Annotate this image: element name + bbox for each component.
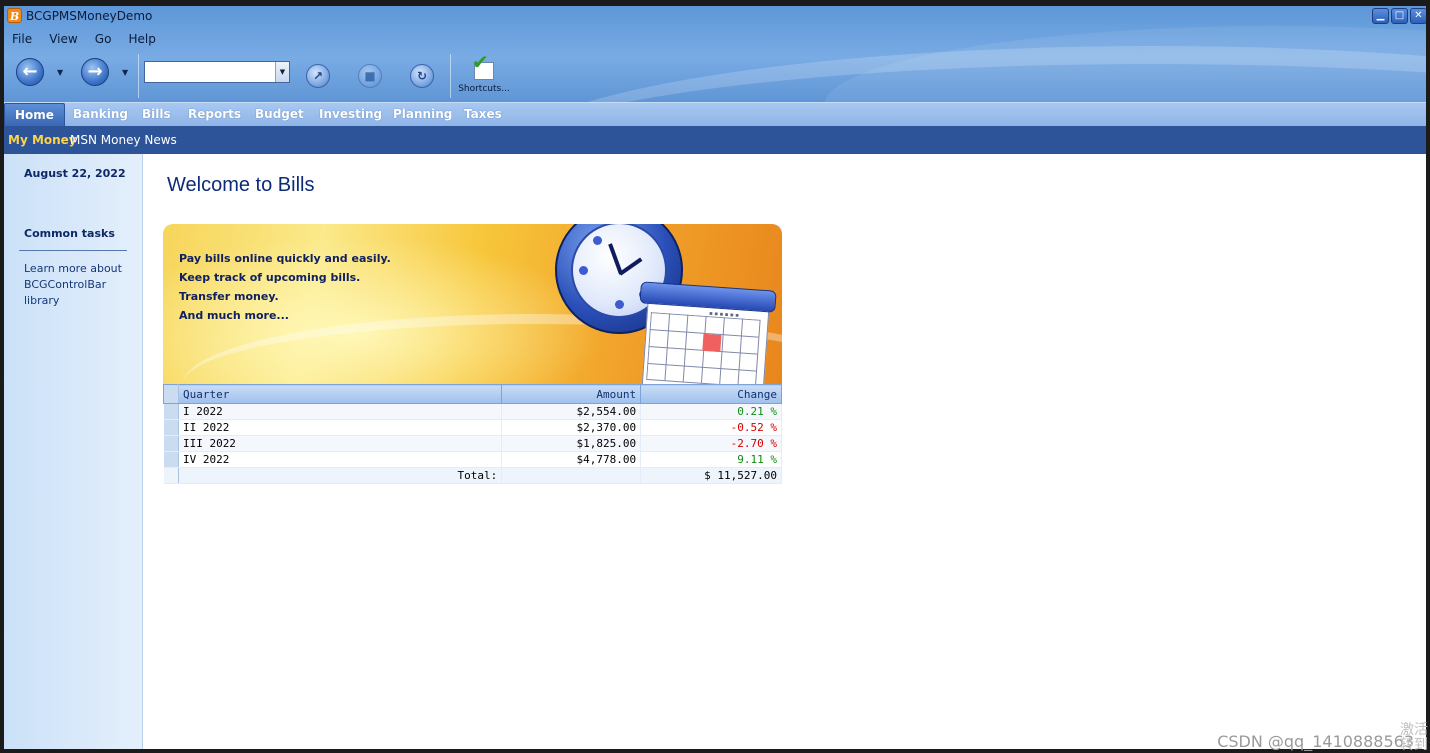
- menu-go[interactable]: Go: [89, 31, 118, 47]
- row-header[interactable]: [163, 403, 179, 420]
- column-header-quarter[interactable]: Quarter: [177, 384, 503, 404]
- table-row[interactable]: IV 2022 $4,778.00 9.11 %: [163, 451, 782, 468]
- maximize-button[interactable]: □: [1391, 8, 1408, 24]
- cell-change: -2.70 %: [640, 435, 782, 452]
- cell-quarter: I 2022: [178, 403, 503, 420]
- row-header[interactable]: [163, 451, 179, 468]
- chevron-down-icon[interactable]: ▼: [275, 62, 289, 82]
- cell-quarter: II 2022: [178, 419, 503, 436]
- back-button[interactable]: ←: [16, 58, 44, 86]
- divider: [19, 250, 127, 251]
- arrow-right-icon: →: [87, 61, 103, 82]
- total-spacer: [501, 467, 642, 484]
- total-value: $ 11,527.00: [640, 467, 782, 484]
- my-money-link[interactable]: My Money: [8, 133, 77, 147]
- forward-button[interactable]: →: [81, 58, 109, 86]
- tab-reports[interactable]: Reports: [188, 103, 241, 127]
- cell-change: 0.21 %: [640, 403, 782, 420]
- banner-line: Transfer money.: [179, 290, 279, 303]
- refresh-button[interactable]: ↻: [410, 64, 434, 88]
- arrow-left-icon: ←: [22, 61, 38, 82]
- menu-file[interactable]: File: [6, 31, 38, 47]
- cell-amount: $1,825.00: [501, 435, 642, 452]
- watermark: CSDN @qq_1410888563: [1217, 732, 1414, 751]
- banner-line: And much more...: [179, 309, 289, 322]
- go-button[interactable]: ↗: [306, 64, 330, 88]
- row-header: [163, 467, 179, 484]
- bills-table: Quarter Amount Change I 2022 $2,554.00 0…: [163, 384, 782, 484]
- title-bar: B BCGPMSMoneyDemo ▁ □ ✕: [4, 6, 1426, 26]
- banner-line: Keep track of upcoming bills.: [179, 271, 361, 284]
- sub-navigation: My Money MSN Money News: [4, 126, 1426, 154]
- table-row[interactable]: I 2022 $2,554.00 0.21 %: [163, 403, 782, 420]
- back-dropdown-icon[interactable]: ▼: [57, 68, 63, 77]
- ribbon-chrome: B BCGPMSMoneyDemo ▁ □ ✕ File View Go Hel…: [4, 6, 1426, 154]
- cell-amount: $4,778.00: [501, 451, 642, 468]
- row-header-corner: [163, 384, 179, 404]
- tab-banking[interactable]: Banking: [73, 103, 128, 127]
- current-date: August 22, 2022: [24, 167, 126, 180]
- page-title: Welcome to Bills: [167, 174, 315, 196]
- shortcuts-button[interactable]: ✔ Shortcuts...: [456, 50, 512, 94]
- application-window: B BCGPMSMoneyDemo ▁ □ ✕ File View Go Hel…: [4, 6, 1426, 749]
- menu-view[interactable]: View: [43, 31, 83, 47]
- toolbar-separator: [138, 54, 139, 98]
- menu-bar: File View Go Help: [6, 28, 162, 46]
- row-header[interactable]: [163, 435, 179, 452]
- minimize-button[interactable]: ▁: [1372, 8, 1389, 24]
- app-logo-icon: B: [7, 8, 22, 23]
- table-row[interactable]: II 2022 $2,370.00 -0.52 %: [163, 419, 782, 436]
- tab-bills[interactable]: Bills: [142, 103, 171, 127]
- learn-more-link[interactable]: Learn more about BCGControlBar library: [24, 261, 134, 309]
- calendar-icon: ▪▪▪▪▪▪: [633, 281, 778, 384]
- bills-banner: Pay bills online quickly and easily. Kee…: [163, 224, 782, 384]
- shortcuts-icon: ✔: [470, 50, 498, 82]
- cell-change: 9.11 %: [640, 451, 782, 468]
- tab-home[interactable]: Home: [4, 103, 65, 127]
- address-combo[interactable]: ▼: [144, 61, 290, 83]
- table-row[interactable]: III 2022 $1,825.00 -2.70 %: [163, 435, 782, 452]
- refresh-icon: ↻: [416, 69, 428, 83]
- stop-button[interactable]: ■: [358, 64, 382, 88]
- tab-investing[interactable]: Investing: [319, 103, 382, 127]
- banner-text: Pay bills online quickly and easily. Kee…: [179, 249, 391, 325]
- cell-quarter: III 2022: [178, 435, 503, 452]
- window-title: BCGPMSMoneyDemo: [26, 9, 153, 23]
- row-header[interactable]: [163, 419, 179, 436]
- cell-quarter: IV 2022: [178, 451, 503, 468]
- tab-taxes[interactable]: Taxes: [464, 103, 502, 127]
- close-button[interactable]: ✕: [1410, 8, 1426, 24]
- cell-amount: $2,370.00: [501, 419, 642, 436]
- msn-money-news-link[interactable]: MSN Money News: [70, 133, 177, 147]
- column-header-amount[interactable]: Amount: [501, 384, 642, 404]
- cell-amount: $2,554.00: [501, 403, 642, 420]
- total-label: Total:: [178, 467, 503, 484]
- forward-dropdown-icon[interactable]: ▼: [122, 68, 128, 77]
- column-header-change[interactable]: Change: [640, 384, 782, 404]
- toolbar-separator: [450, 54, 451, 98]
- shortcuts-label: Shortcuts...: [458, 84, 510, 94]
- left-pane: August 22, 2022 Common tasks Learn more …: [4, 154, 143, 749]
- menu-help[interactable]: Help: [123, 31, 162, 47]
- tab-bar: Home Banking Bills Reports Budget Invest…: [4, 102, 1426, 127]
- common-tasks-heading: Common tasks: [24, 227, 115, 240]
- banner-line: Pay bills online quickly and easily.: [179, 252, 391, 265]
- tab-planning[interactable]: Planning: [393, 103, 452, 127]
- cell-change: -0.52 %: [640, 419, 782, 436]
- tab-budget[interactable]: Budget: [255, 103, 304, 127]
- toolbar: ← ▼ → ▼ ▼ ↗ ■ ↻ ✔ Shortcuts...: [4, 50, 524, 102]
- table-total-row: Total: $ 11,527.00: [163, 467, 782, 484]
- activate-windows-hint: 激活 转到: [1400, 722, 1428, 753]
